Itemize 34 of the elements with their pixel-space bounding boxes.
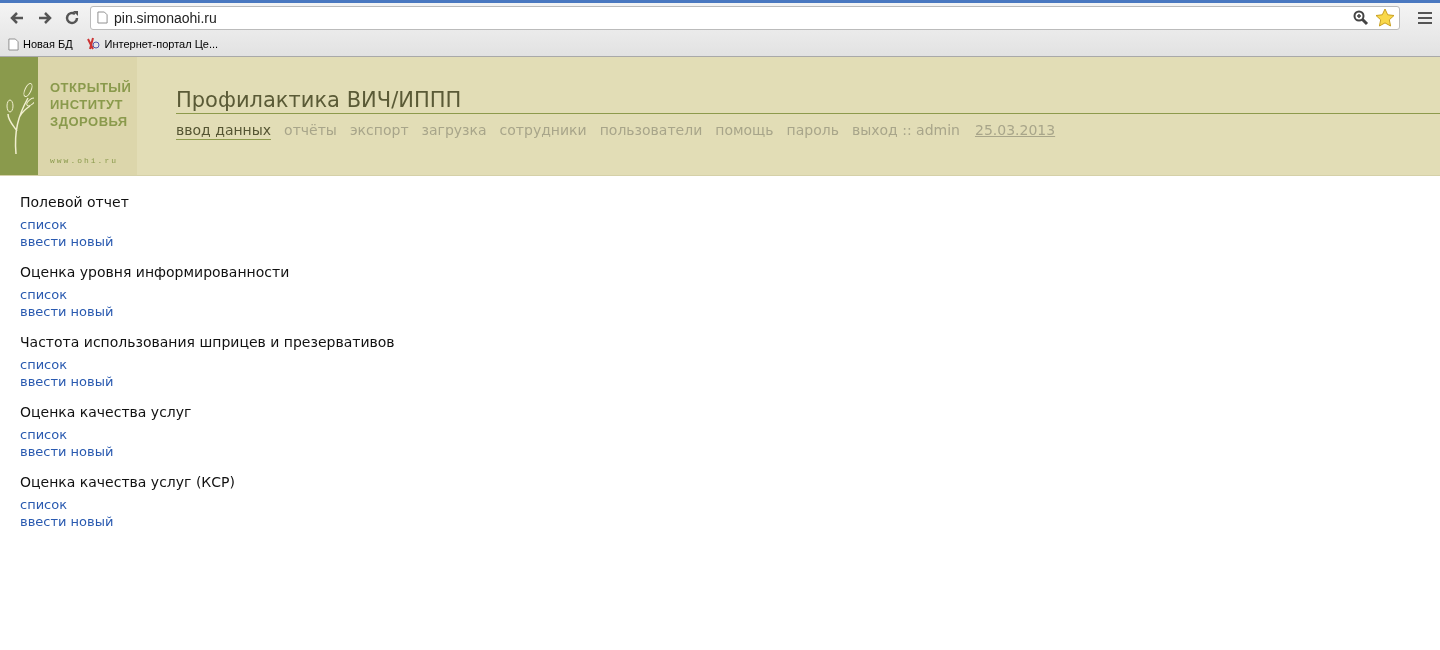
section-link[interactable]: список (20, 216, 68, 233)
logo-text: ОТКРЫТЫЙ (50, 79, 132, 96)
section-title: Оценка уровня информированности (20, 264, 290, 280)
section-title: Частота использования шприцев и презервативов (20, 334, 395, 350)
section-link[interactable]: ввести новый (20, 303, 114, 320)
url-text: pin.simonaohi.ru (114, 9, 217, 26)
section-link[interactable]: список (20, 426, 68, 443)
nav-link[interactable]: ввод данных (176, 122, 272, 140)
bookmark-link[interactable]: Интернет-портал Це... (84, 36, 219, 52)
section-link[interactable]: список (20, 356, 68, 373)
section-link[interactable]: ввести новый (20, 443, 114, 460)
section-link[interactable]: список (20, 496, 68, 513)
site-title: Профилактика ВИЧ/ИППП (176, 87, 1440, 114)
page-icon (8, 37, 19, 51)
section-title: Полевой отчет (20, 194, 129, 210)
site-icon (84, 36, 101, 52)
logo-text: ИНСТИТУТ (50, 96, 125, 113)
forward-icon[interactable] (36, 9, 54, 26)
back-icon[interactable] (8, 9, 26, 26)
section-title: Оценка качества услуг (20, 404, 192, 420)
star-icon[interactable] (1375, 7, 1395, 28)
bookmark-link[interactable]: Новая БД (8, 37, 73, 51)
zoom-icon[interactable] (1353, 9, 1369, 26)
logo-text: ЗДОРОВЬЯ (50, 113, 129, 130)
menu-icon[interactable] (1418, 11, 1432, 24)
section-link[interactable]: ввести новый (20, 513, 114, 530)
logo-url: www.ohi.ru (50, 156, 119, 165)
section-link[interactable]: ввести новый (20, 373, 114, 390)
section-link[interactable]: список (20, 286, 68, 303)
section-title: Оценка качества услуг (КСР) (20, 474, 235, 490)
page-icon (97, 11, 108, 24)
section-link[interactable]: ввести новый (20, 233, 114, 250)
address-bar[interactable]: pin.simonaohi.ru (90, 5, 1400, 30)
reload-icon[interactable] (64, 9, 80, 26)
